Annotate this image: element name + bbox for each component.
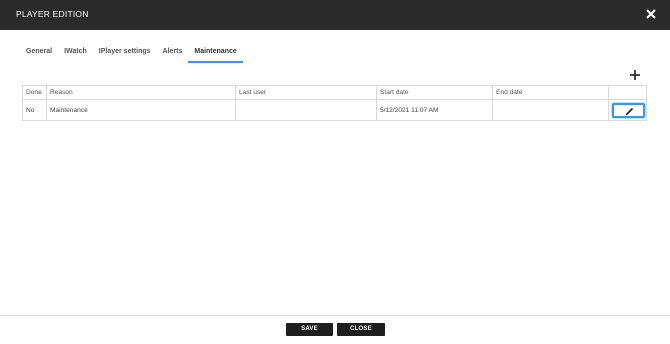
dialog-titlebar: PLAYER EDITION [0,0,670,30]
tab-maintenance[interactable]: Maintenance [188,46,243,63]
footer-divider [0,315,670,316]
close-button[interactable]: CLOSE [337,323,385,336]
cell-reason: Maintenance [46,99,236,121]
column-header-last-user[interactable]: Last user [235,85,377,100]
cell-done: No [22,99,47,121]
cell-actions [608,99,647,121]
cell-last-user [235,99,377,121]
plus-icon[interactable] [628,68,642,82]
tab-general[interactable]: General [20,46,58,63]
edit-button[interactable] [612,102,645,118]
column-header-done[interactable]: Done [22,85,47,100]
tab-bar: General IWatch IPlayer settings Alerts M… [20,46,243,64]
column-header-reason[interactable]: Reason [46,85,236,100]
column-header-actions [608,85,647,100]
pencil-icon [625,107,634,115]
tab-iwatch[interactable]: IWatch [58,46,93,63]
cell-end-date [492,99,609,121]
close-icon[interactable] [644,7,658,21]
table-row[interactable]: No Maintenance 5/12/2021 11:07 AM [22,99,647,121]
column-header-end-date[interactable]: End date [492,85,609,100]
tab-alerts[interactable]: Alerts [157,46,189,63]
column-header-start-date[interactable]: Start date [376,85,493,100]
maintenance-table: Done Reason Last user Start date End dat… [22,85,647,121]
dialog-title: PLAYER EDITION [16,9,89,19]
save-button[interactable]: SAVE [286,323,333,336]
tab-iplayer-settings[interactable]: IPlayer settings [93,46,157,63]
cell-start-date: 5/12/2021 11:07 AM [376,99,493,121]
table-header-row: Done Reason Last user Start date End dat… [22,85,647,100]
